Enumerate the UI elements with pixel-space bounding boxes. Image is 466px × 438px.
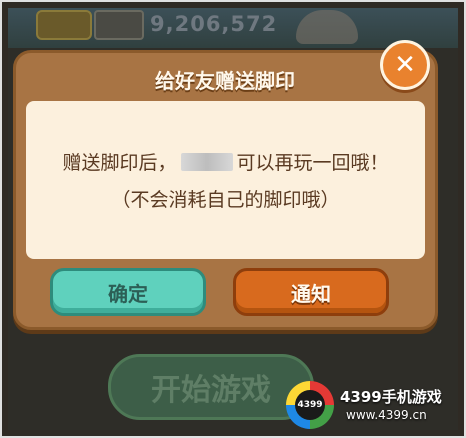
message-line-2: （不会消耗自己的脚印哦） xyxy=(111,189,340,211)
watermark-url: www.4399.cn xyxy=(346,408,427,422)
score-counter: 9,206,572 xyxy=(150,12,278,36)
close-button[interactable]: ✕ xyxy=(380,40,430,90)
watermark-title: 4399手机游戏 xyxy=(340,388,442,406)
player-avatar xyxy=(94,10,144,40)
confirm-button[interactable]: 确定 xyxy=(50,268,206,316)
start-game-button[interactable]: 开始游戏 xyxy=(108,354,314,420)
message-prefix: 赠送脚印后， xyxy=(62,152,177,174)
close-icon: ✕ xyxy=(394,50,416,80)
watermark-logo-icon: 4399 xyxy=(286,381,334,429)
dialog-body: 赠送脚印后， 可以再玩一回哦！ （不会消耗自己的脚印哦） xyxy=(26,101,425,259)
message-suffix: 可以再玩一回哦！ xyxy=(236,152,389,174)
message-line-1: 赠送脚印后， 可以再玩一回哦！ xyxy=(62,148,388,175)
dialog-title: 给好友赠送脚印 xyxy=(155,68,295,93)
item-slot-icon xyxy=(36,10,92,40)
notify-button[interactable]: 通知 xyxy=(233,268,389,316)
redacted-friend-name xyxy=(180,152,233,171)
watermark-logo-text: 4399 xyxy=(295,390,325,420)
